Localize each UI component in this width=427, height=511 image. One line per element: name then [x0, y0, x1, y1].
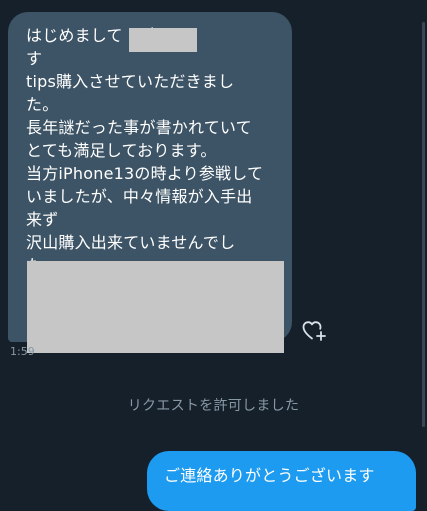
- heart-plus-icon: [301, 321, 327, 346]
- message-line: tips購入させていただきまし: [26, 72, 235, 91]
- message-line: 来ず: [26, 210, 59, 229]
- message-line: 長年謎だった事が書かれていて: [26, 118, 252, 137]
- sent-message-bubble[interactable]: ご連絡ありがとうございます: [147, 451, 416, 511]
- received-message-text: はじめまして と申しま す tips購入させていただきまし た。 長年謎だった事…: [26, 24, 288, 277]
- message-line: 当方iPhone13の時より参戦して: [26, 164, 264, 183]
- chat-area: はじめまして と申しま す tips購入させていただきまし た。 長年謎だった事…: [0, 0, 427, 511]
- message-line: 沢山購入出来ていませんでし: [26, 233, 236, 252]
- request-accepted-notice: リクエストを許可しました: [127, 398, 300, 414]
- scrollbar[interactable]: [422, 22, 425, 427]
- sent-message-text: ご連絡ありがとうございます: [164, 466, 375, 485]
- message-line: とても満足しております。: [26, 141, 217, 160]
- message-timestamp: 1:59: [10, 345, 35, 358]
- message-line: いましたが、中々情報が入手出: [26, 187, 253, 206]
- redacted-image-block: [27, 261, 284, 353]
- redacted-name-block: [129, 28, 197, 52]
- message-line: た。: [26, 95, 59, 114]
- add-reaction-button[interactable]: [301, 318, 327, 342]
